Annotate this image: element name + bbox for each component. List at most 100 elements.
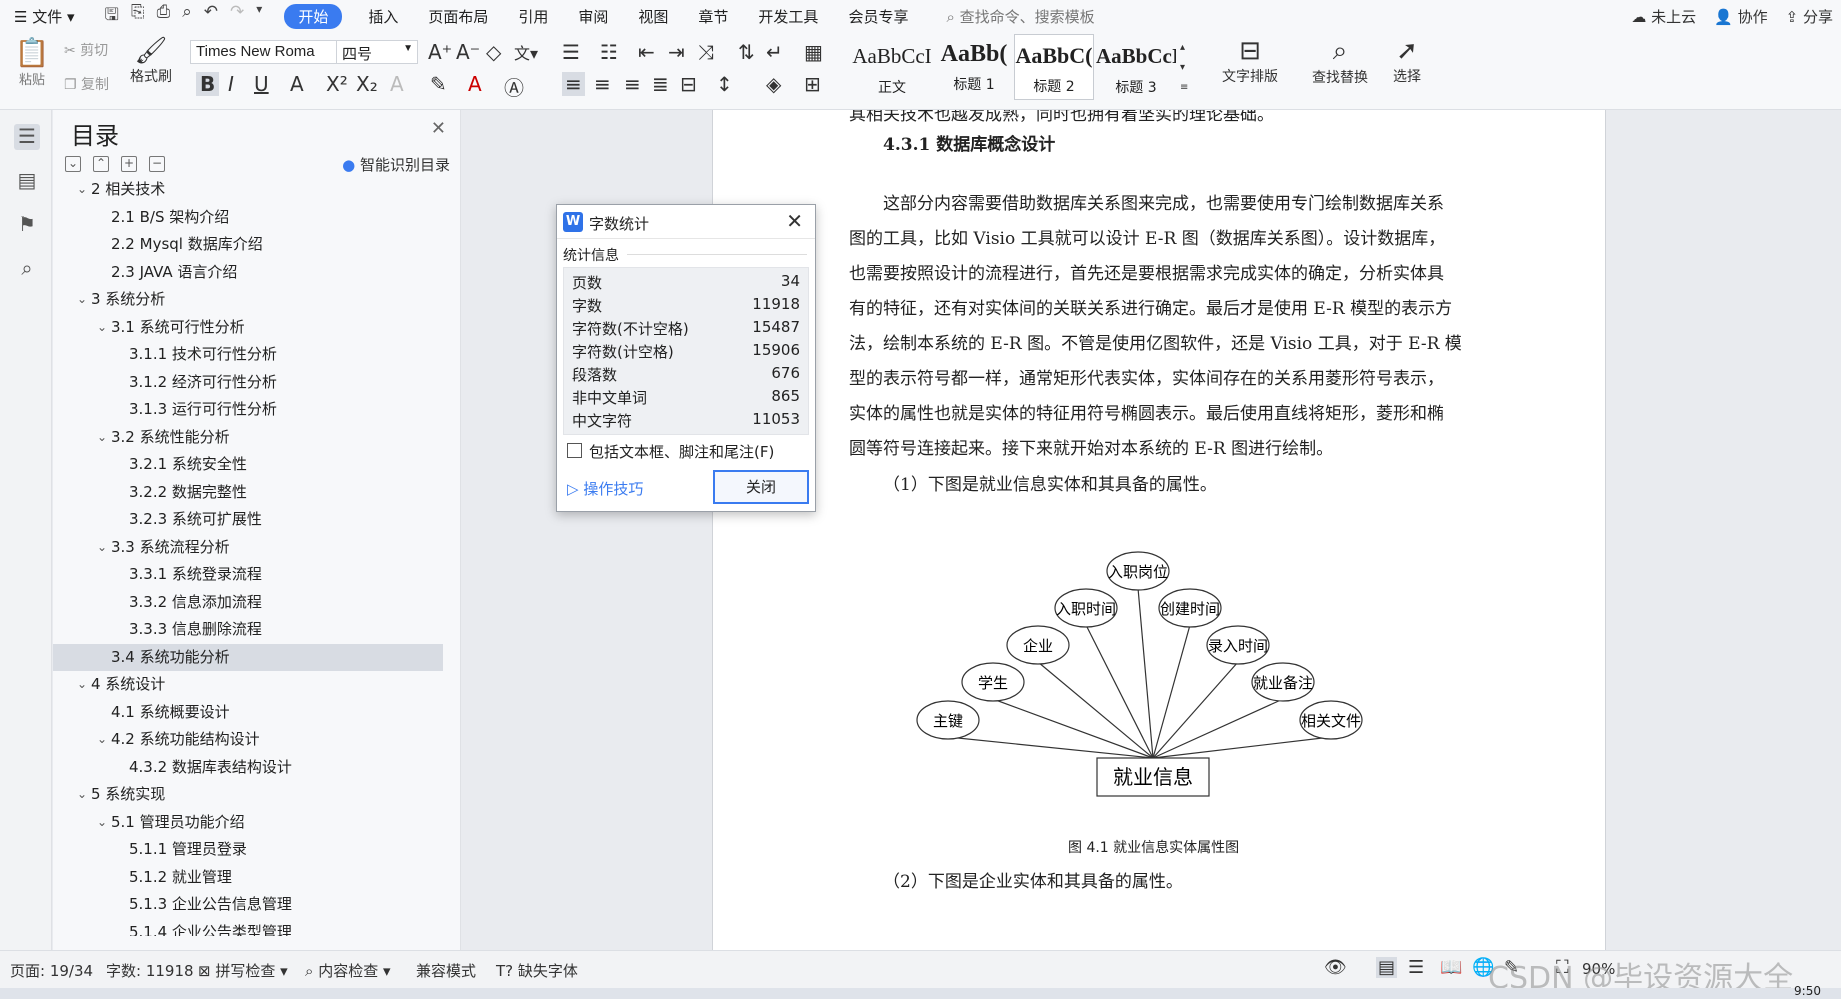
font-name-select[interactable]: Times New Roma: [190, 40, 338, 64]
style-normal[interactable]: AaBbCcI 正文: [852, 34, 932, 100]
paragraph-mark-icon[interactable]: ↵: [766, 40, 783, 64]
justify-icon[interactable]: ≣: [652, 72, 669, 96]
outline-view-icon[interactable]: ☰: [1408, 957, 1424, 978]
add-heading-icon[interactable]: +: [121, 156, 137, 172]
toc-item[interactable]: 3.4 系统功能分析: [53, 643, 443, 671]
style-heading1[interactable]: AaBb(标题 1: [934, 34, 1014, 100]
dialog-titlebar[interactable]: W 字数统计 ✕: [557, 205, 815, 239]
toc-item[interactable]: 3.2.2 数据完整性: [53, 479, 443, 507]
toc-item[interactable]: 5.1.3 企业公告信息管理: [53, 891, 443, 919]
include-textbox-label[interactable]: 包括文本框、脚注和尾注(F): [589, 441, 774, 462]
chevron-down-icon[interactable]: ⌄: [77, 671, 87, 699]
align-center-icon[interactable]: ≡: [594, 72, 611, 96]
shrink-font-icon[interactable]: A⁻: [456, 40, 480, 64]
toc-item[interactable]: 2.1 B/S 架构介绍: [53, 204, 443, 232]
subscript-icon[interactable]: X₂: [356, 72, 378, 96]
missing-font-button[interactable]: T? 缺失字体: [496, 960, 578, 981]
bookmark-icon[interactable]: ⚑: [14, 212, 40, 238]
toc-item[interactable]: 5.1.1 管理员登录: [53, 836, 443, 864]
tab-section[interactable]: 章节: [698, 6, 728, 27]
style-heading2[interactable]: AaBbC(标题 2: [1014, 34, 1094, 100]
toc-item[interactable]: 3.1.1 技术可行性分析: [53, 341, 443, 369]
tab-page-layout[interactable]: 页面布局: [428, 6, 488, 27]
chinese-layout-icon[interactable]: ⤨: [698, 40, 714, 64]
chevron-down-icon[interactable]: ⌄: [77, 781, 87, 809]
search-icon[interactable]: ⌕: [14, 256, 40, 282]
content-check-button[interactable]: ⌕ 内容检查 ▾: [305, 960, 391, 981]
chevron-down-icon[interactable]: ⌄: [97, 534, 107, 562]
align-left-icon[interactable]: ≡: [562, 72, 585, 96]
print-icon[interactable]: ⎙: [157, 2, 171, 31]
chevron-down-icon[interactable]: ⌄: [97, 314, 107, 342]
save-icon[interactable]: 🖫: [105, 2, 119, 31]
redo-icon[interactable]: ↷: [230, 2, 244, 31]
toc-item[interactable]: ⌄ 3.3 系统流程分析: [53, 534, 443, 562]
include-textbox-checkbox[interactable]: [567, 443, 582, 458]
toc-icon[interactable]: ☰: [14, 124, 40, 150]
grow-font-icon[interactable]: A⁺: [428, 40, 452, 64]
remove-heading-icon[interactable]: −: [149, 156, 165, 172]
increase-indent-icon[interactable]: ⇥: [668, 40, 685, 64]
chevron-down-icon[interactable]: ⌄: [97, 809, 107, 837]
smart-toc-button[interactable]: ● 智能识别目录: [342, 154, 450, 175]
chevron-down-icon[interactable]: ⌄: [77, 286, 87, 314]
toc-item[interactable]: 3.2.1 系统安全性: [53, 451, 443, 479]
close-icon[interactable]: ✕: [786, 209, 803, 233]
chevron-down-icon[interactable]: ▾: [256, 2, 262, 31]
phonetic-icon[interactable]: 文▾: [514, 40, 538, 64]
bullets-icon[interactable]: ☰: [562, 40, 580, 64]
toc-item[interactable]: 5.1.2 就业管理: [53, 864, 443, 892]
table-tools-icon[interactable]: ▦: [804, 40, 823, 64]
search-input[interactable]: ⌕ 查找命令、搜索模板: [946, 6, 1094, 27]
toc-item[interactable]: 3.3.2 信息添加流程: [53, 589, 443, 617]
char-border-icon[interactable]: Ⓐ: [504, 72, 524, 101]
toc-item[interactable]: 3.2.3 系统可扩展性: [53, 506, 443, 534]
toc-item[interactable]: 3.1.2 经济可行性分析: [53, 369, 443, 397]
toc-item[interactable]: 3.3.1 系统登录流程: [53, 561, 443, 589]
clear-format-icon[interactable]: ◇: [486, 40, 501, 64]
undo-icon[interactable]: ↶: [204, 2, 218, 31]
chapter-icon[interactable]: ▤: [14, 168, 40, 194]
text-effect-icon[interactable]: A: [390, 72, 404, 96]
find-replace-button[interactable]: ⌕ 查找替换: [1304, 36, 1376, 87]
tab-developer[interactable]: 开发工具: [758, 6, 818, 27]
sort-icon[interactable]: ⇅: [738, 40, 755, 64]
highlight-icon[interactable]: ✎: [430, 72, 447, 96]
tab-references[interactable]: 引用: [518, 6, 548, 27]
toc-item[interactable]: 4.3.2 数据库表结构设计: [53, 754, 443, 782]
styles-scroll-icon[interactable]: ▴ ▾ ≡: [1180, 38, 1188, 98]
chevron-down-icon[interactable]: ⌄: [77, 176, 87, 204]
strikethrough-icon[interactable]: A: [290, 72, 304, 96]
toc-item[interactable]: 4.1 系统概要设计: [53, 699, 443, 727]
text-layout-button[interactable]: ⊟ 文字排版: [1212, 36, 1288, 86]
font-size-select[interactable]: 四号 ▼: [336, 40, 418, 64]
toc-item[interactable]: 5.1.4 企业公告类型管理: [53, 919, 443, 937]
file-menu[interactable]: ☰ 文件 ▾: [14, 6, 75, 27]
document-page[interactable]: 其相关技术也越发成熟，同时也拥有着坚实的理论基础。 4.3.1 数据库概念设计 …: [712, 110, 1606, 950]
format-painter-button[interactable]: 🖌 格式刷: [126, 36, 176, 86]
shading-icon[interactable]: ◈: [766, 72, 781, 96]
tab-insert[interactable]: 插入: [368, 6, 398, 27]
collapse-all-icon[interactable]: ⌄: [65, 156, 81, 172]
numbering-icon[interactable]: ☷: [600, 40, 618, 64]
toc-item[interactable]: ⌄ 3 系统分析: [53, 286, 443, 314]
page-indicator[interactable]: 页面: 19/34: [10, 960, 93, 981]
chevron-down-icon[interactable]: ⌄: [97, 726, 107, 754]
toc-item[interactable]: ⌄ 3.1 系统可行性分析: [53, 314, 443, 342]
cloud-button[interactable]: ☁ 未上云: [1631, 6, 1696, 27]
share-button[interactable]: ⇪ 分享: [1786, 6, 1833, 27]
cut-button[interactable]: ✂ 剪切: [64, 40, 108, 60]
decrease-indent-icon[interactable]: ⇤: [638, 40, 655, 64]
tips-link[interactable]: ▷ 操作技巧: [567, 478, 643, 499]
distribute-icon[interactable]: ⊟: [680, 72, 697, 96]
toc-item[interactable]: ⌄ 5 系统实现: [53, 781, 443, 809]
copy-button[interactable]: ❐ 复制: [64, 74, 109, 94]
tab-view[interactable]: 视图: [638, 6, 668, 27]
expand-all-icon[interactable]: ⌃: [93, 156, 109, 172]
paste-button[interactable]: 📋 粘贴: [12, 36, 52, 88]
borders-icon[interactable]: ⊞: [804, 72, 821, 96]
eye-protect-icon[interactable]: 👁: [1324, 957, 1347, 978]
close-button[interactable]: 关闭: [713, 470, 809, 504]
select-button[interactable]: ➚ 选择: [1382, 36, 1432, 86]
line-spacing-icon[interactable]: ↕: [716, 72, 733, 96]
